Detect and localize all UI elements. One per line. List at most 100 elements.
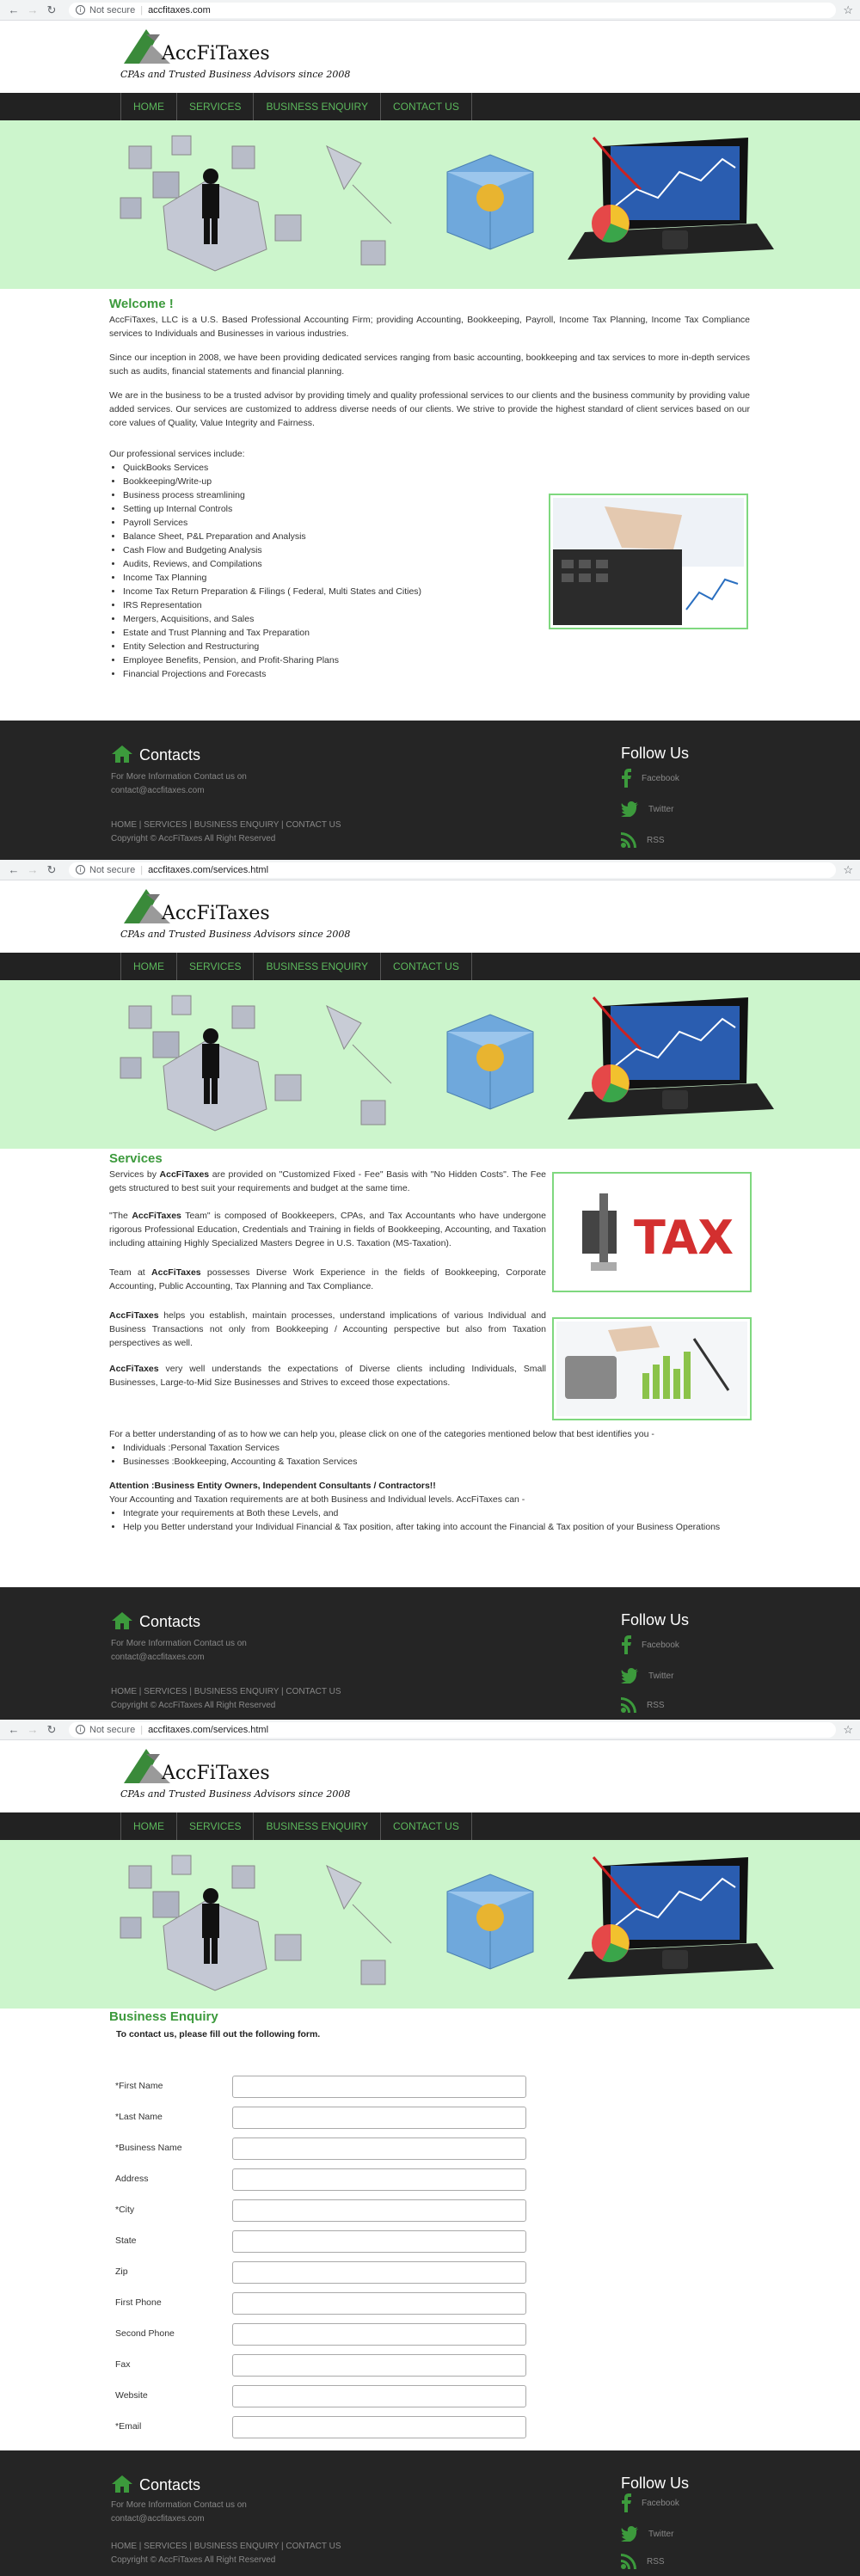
follow-title: Follow Us bbox=[621, 2475, 690, 2492]
rss-link[interactable]: RSS bbox=[621, 1697, 665, 1713]
bookmark-star-icon[interactable]: ☆ bbox=[843, 863, 853, 877]
back-icon[interactable]: ← bbox=[7, 863, 21, 876]
follow-title: Follow Us bbox=[621, 745, 690, 762]
twitter-link[interactable]: Twitter bbox=[621, 2526, 673, 2542]
logo-tagline: CPAs and Trusted Business Advisors since… bbox=[120, 929, 351, 940]
reload-icon[interactable]: ↻ bbox=[45, 863, 58, 877]
url-text[interactable]: accfitaxes.com/services.html bbox=[148, 865, 268, 875]
website-input[interactable] bbox=[232, 2385, 526, 2407]
intro-paragraph: AccFiTaxes, LLC is a U.S. Based Professi… bbox=[109, 315, 750, 339]
url-text[interactable]: accfitaxes.com/services.html bbox=[148, 1725, 268, 1735]
facebook-link[interactable]: Facebook bbox=[621, 769, 679, 788]
nav-contact-us[interactable]: CONTACT US bbox=[381, 93, 472, 120]
nav-services[interactable]: SERVICES bbox=[177, 1812, 255, 1840]
reload-icon[interactable]: ↻ bbox=[45, 1723, 58, 1737]
twitter-icon bbox=[621, 801, 638, 817]
bookmark-star-icon[interactable]: ☆ bbox=[843, 1723, 853, 1737]
benefit-item: Integrate your requirements at Both thes… bbox=[123, 1506, 750, 1520]
rss-icon bbox=[621, 832, 636, 848]
processes-paragraph: AccFiTaxes helps you establish, maintain… bbox=[109, 1310, 546, 1348]
logo[interactable]: AccFiTaxes CPAs and Trusted Business Adv… bbox=[120, 887, 350, 948]
first-name-input[interactable] bbox=[232, 2076, 526, 2098]
first-phone-input[interactable] bbox=[232, 2292, 526, 2315]
home-icon bbox=[112, 2475, 132, 2493]
nav-services[interactable]: SERVICES bbox=[177, 953, 255, 980]
rss-link[interactable]: RSS bbox=[621, 832, 665, 848]
last-name-input[interactable] bbox=[232, 2107, 526, 2129]
address-input[interactable] bbox=[232, 2168, 526, 2191]
data-cube-image bbox=[446, 1014, 534, 1110]
service-item: QuickBooks Services bbox=[123, 461, 750, 475]
footer-link-contact-us[interactable]: CONTACT US bbox=[286, 820, 341, 830]
rss-link[interactable]: RSS bbox=[621, 2554, 665, 2569]
nav-home[interactable]: HOME bbox=[121, 93, 177, 120]
services-title: Services bbox=[109, 1151, 163, 1166]
form-row-address: Address bbox=[115, 2168, 528, 2191]
contact-info-text: For More Information Contact us on bbox=[111, 1639, 247, 1648]
email-input[interactable] bbox=[232, 2416, 526, 2438]
forward-icon[interactable]: → bbox=[26, 3, 40, 16]
state-input[interactable] bbox=[232, 2230, 526, 2253]
address-bar[interactable]: i Not secure | accfitaxes.com/services.h… bbox=[69, 1721, 837, 1738]
footer-link-services[interactable]: SERVICES bbox=[144, 820, 187, 830]
contact-email[interactable]: contact@accfitaxes.com bbox=[111, 1651, 247, 1665]
footer-link-services[interactable]: SERVICES bbox=[144, 2542, 187, 2551]
fax-input[interactable] bbox=[232, 2354, 526, 2377]
attention-heading: Attention :Business Entity Owners, Indep… bbox=[109, 1481, 436, 1491]
footer-link-business-enquiry[interactable]: BUSINESS ENQUIRY bbox=[194, 1687, 280, 1696]
url-text[interactable]: accfitaxes.com bbox=[148, 5, 211, 15]
contact-email[interactable]: contact@accfitaxes.com bbox=[111, 2512, 247, 2526]
nav-contact-us[interactable]: CONTACT US bbox=[381, 953, 472, 980]
nav-services[interactable]: SERVICES bbox=[177, 93, 255, 120]
city-input[interactable] bbox=[232, 2199, 526, 2222]
banner-illustration bbox=[120, 995, 774, 1132]
category-individuals-link[interactable]: Individuals :Personal Taxation Services bbox=[123, 1441, 750, 1455]
second-phone-input[interactable] bbox=[232, 2323, 526, 2346]
reload-icon[interactable]: ↻ bbox=[45, 3, 58, 17]
form-row-second-phone: Second Phone bbox=[115, 2323, 528, 2346]
nav-home[interactable]: HOME bbox=[121, 1812, 177, 1840]
services-intro: Our professional services include: bbox=[109, 449, 245, 459]
logo[interactable]: AccFiTaxes CPAs and Trusted Business Adv… bbox=[120, 1747, 350, 1807]
facebook-link[interactable]: Facebook bbox=[621, 2493, 679, 2512]
back-icon[interactable]: ← bbox=[7, 1723, 21, 1736]
info-icon[interactable]: i bbox=[76, 865, 85, 874]
category-businesses-link[interactable]: Businesses :Bookkeeping, Accounting & Ta… bbox=[123, 1455, 750, 1469]
forward-icon[interactable]: → bbox=[26, 1723, 40, 1736]
info-icon[interactable]: i bbox=[76, 1725, 85, 1734]
footer-link-home[interactable]: HOME bbox=[111, 2542, 137, 2551]
address-bar[interactable]: i Not secure | accfitaxes.com/services.h… bbox=[69, 862, 837, 878]
footer-link-business-enquiry[interactable]: BUSINESS ENQUIRY bbox=[194, 820, 280, 830]
zip-input[interactable] bbox=[232, 2261, 526, 2284]
footer: Contacts For More Information Contact us… bbox=[0, 721, 860, 860]
twitter-link[interactable]: Twitter bbox=[621, 1668, 673, 1684]
nav-business-enquiry[interactable]: BUSINESS ENQUIRY bbox=[254, 953, 381, 980]
calculator-image bbox=[549, 494, 748, 629]
nav-home[interactable]: HOME bbox=[121, 953, 177, 980]
enquiry-header: Business Enquiry To contact us, please f… bbox=[109, 2010, 750, 2041]
hero-banner bbox=[0, 1840, 860, 2009]
form-row-first-name: *First Name bbox=[115, 2076, 528, 2098]
info-icon[interactable]: i bbox=[76, 5, 85, 15]
business-name-input[interactable] bbox=[232, 2137, 526, 2160]
footer-link-contact-us[interactable]: CONTACT US bbox=[286, 1687, 341, 1696]
nav-contact-us[interactable]: CONTACT US bbox=[381, 1812, 472, 1840]
back-icon[interactable]: ← bbox=[7, 3, 21, 16]
logo[interactable]: AccFiTaxes CPAs and Trusted Business Adv… bbox=[120, 28, 350, 88]
history-paragraph: Since our inception in 2008, we have bee… bbox=[109, 353, 750, 377]
footer-link-services[interactable]: SERVICES bbox=[144, 1687, 187, 1696]
forward-icon[interactable]: → bbox=[26, 863, 40, 876]
laptop-charts-image bbox=[568, 1856, 774, 1979]
footer-link-home[interactable]: HOME bbox=[111, 1687, 137, 1696]
welcome-title: Welcome ! bbox=[109, 297, 174, 311]
facebook-link[interactable]: Facebook bbox=[621, 1635, 679, 1654]
nav-business-enquiry[interactable]: BUSINESS ENQUIRY bbox=[254, 93, 381, 120]
address-bar[interactable]: i Not secure | accfitaxes.com bbox=[69, 2, 837, 18]
bookmark-star-icon[interactable]: ☆ bbox=[843, 3, 853, 17]
footer-link-business-enquiry[interactable]: BUSINESS ENQUIRY bbox=[194, 2542, 280, 2551]
footer-link-contact-us[interactable]: CONTACT US bbox=[286, 2542, 341, 2551]
footer-link-home[interactable]: HOME bbox=[111, 820, 137, 830]
contact-email[interactable]: contact@accfitaxes.com bbox=[111, 784, 247, 798]
twitter-link[interactable]: Twitter bbox=[621, 801, 673, 817]
nav-business-enquiry[interactable]: BUSINESS ENQUIRY bbox=[254, 1812, 381, 1840]
